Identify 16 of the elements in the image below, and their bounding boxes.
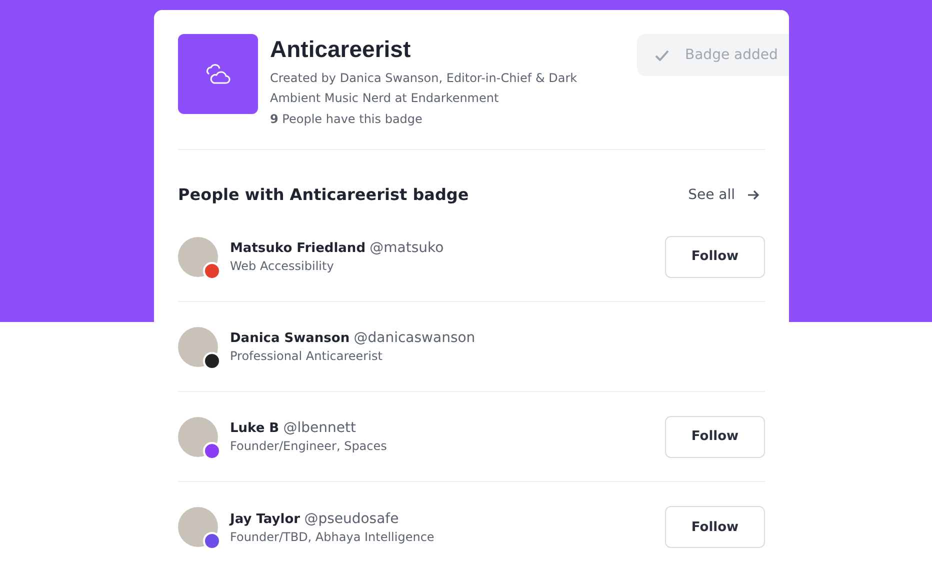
person-bio: Founder/TBD, Abhaya Intelligence — [230, 530, 436, 544]
person-bio: Professional Anticareerist — [230, 349, 384, 363]
follow-button[interactable]: Follow — [665, 506, 765, 548]
section-heading: People with Anticareerist badge — [178, 185, 469, 204]
person-bio: Web Accessibility — [230, 259, 335, 273]
badge-description: Created by Danica Swanson, Editor-in-Chief & Dark Ambient Music Nerd at Endarkenment — [270, 70, 578, 107]
person-bio: Founder/Engineer, Spaces — [230, 439, 388, 453]
person-name-handle: Jay Taylor @pseudosafe — [230, 510, 400, 526]
person-name-handle: Matsuko Friedland @matsuko — [230, 240, 445, 256]
follow-button[interactable]: Follow — [665, 416, 765, 458]
badge-title: Anticareerist — [270, 35, 412, 64]
badge-holder-count: 9 People have this badge — [270, 112, 424, 126]
person-name-handle: Danica Swanson @danicaswanson — [230, 330, 476, 346]
see-all-link[interactable]: See all — [688, 186, 759, 202]
follow-button[interactable]: Follow — [665, 236, 765, 278]
person-name-handle: Luke B @lbennett — [230, 420, 357, 436]
